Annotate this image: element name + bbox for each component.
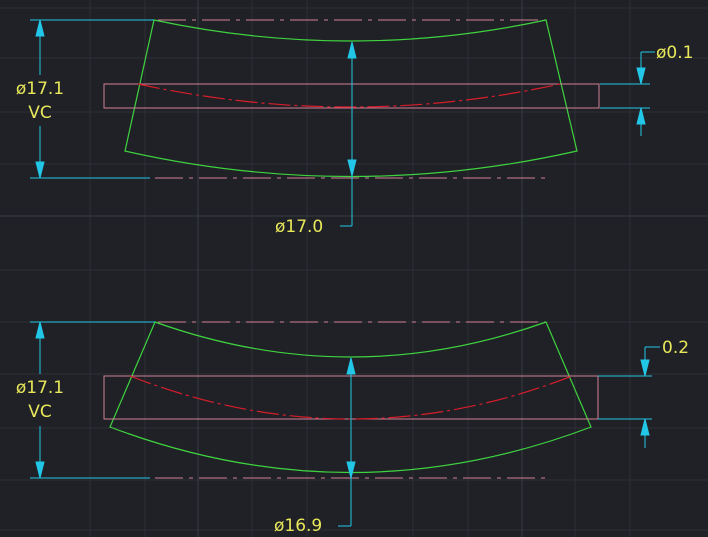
drawing-background xyxy=(0,0,708,537)
view-2-bottom-dimension-label: ø16.9 xyxy=(274,516,322,536)
view-1-left-vc-label: VC xyxy=(28,103,52,123)
view-1-bottom-dimension-label: ø17.0 xyxy=(275,217,323,237)
view-2-left-vc-label: VC xyxy=(28,402,52,422)
view-2-right-dimension-label: 0.2 xyxy=(662,338,689,358)
view-2-left-diameter-label: ø17.1 xyxy=(16,378,64,398)
view-1-left-diameter-label: ø17.1 xyxy=(16,79,64,99)
cad-drawing-canvas[interactable]: ø17.1 VC ø17.0 ø0.1 ø17.1 VC ø16.9 0.2 xyxy=(0,0,708,537)
view-1-right-dimension-label: ø0.1 xyxy=(656,43,693,63)
